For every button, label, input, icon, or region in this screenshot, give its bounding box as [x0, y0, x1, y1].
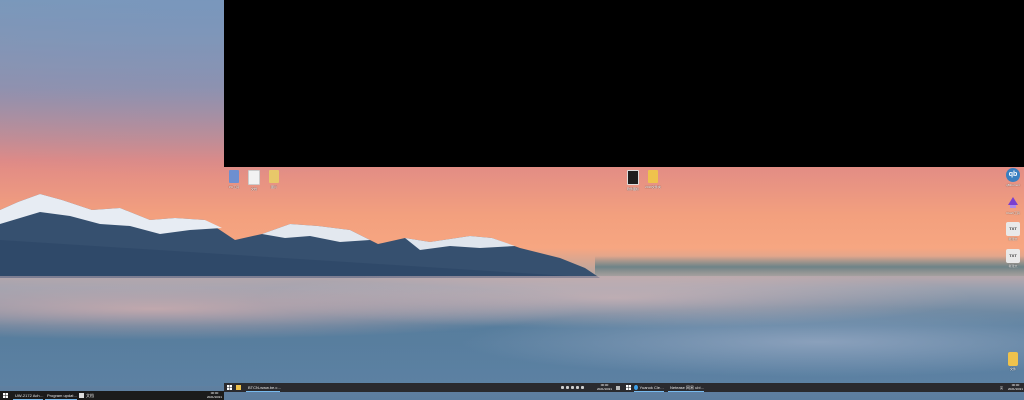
start-button-secondary[interactable]: [626, 384, 631, 391]
taskbar-app-yuanok[interactable]: Yuanok Cle…: [634, 384, 664, 392]
desktop-icon-label: 新建文: [1008, 237, 1018, 241]
desktop-icon-label: qBittorrent: [1006, 183, 1020, 187]
desktop-icon-qbittorrent[interactable]: qb qBittorrent: [1003, 168, 1023, 187]
folder-icon: [648, 170, 658, 183]
windows-logo-icon: [3, 393, 8, 398]
taskbar-right: BTCN-www.be.c… 00:00 2021/10/21 Yuanok C…: [224, 383, 1024, 392]
clock-date: 2021/10/21: [207, 394, 223, 399]
ime-indicator[interactable]: 英: [1000, 384, 1003, 391]
app-icon: [229, 170, 239, 183]
document-icon: [79, 393, 84, 398]
desktop-icon-label: 新建文: [1008, 264, 1018, 268]
start-button[interactable]: [3, 392, 8, 399]
taskbar-app-label: Yuanok Cle…: [639, 385, 664, 390]
desktop-icon-file[interactable]: 文件: [1003, 352, 1023, 371]
app-icon: [627, 170, 639, 185]
clock-date: 2021/10/21: [1008, 386, 1024, 391]
desktop-icon-label: 图片: [270, 185, 277, 189]
taskbar-file-explorer[interactable]: [236, 384, 241, 391]
wallpaper-mountains: [0, 194, 600, 278]
windows-logo-icon: [227, 385, 232, 390]
blank-window-area: [224, 0, 1024, 167]
desktop-icon-folder-2019[interactable]: 2019文件夹: [640, 170, 666, 189]
taskbar-left: UW-2172 Ach… Program updat… 文档 00:00 202…: [0, 391, 224, 400]
folder-icon: [236, 385, 241, 390]
taskbar-app-label: Netease 网易 ubi…: [670, 384, 705, 390]
desktop-icon-label: Clash工具: [1006, 211, 1020, 215]
qbittorrent-icon: qb: [1006, 168, 1020, 182]
taskbar-app-btcn[interactable]: BTCN-www.be.c…: [246, 384, 282, 392]
desktop-icon-label: 文件: [1009, 367, 1016, 371]
desktop-icon-txt-file-2[interactable]: TXT 新建文: [1003, 249, 1023, 268]
tray-icon: [571, 386, 574, 389]
system-tray[interactable]: [561, 385, 584, 390]
taskbar-app-uw2172[interactable]: UW-2172 Ach…: [13, 392, 44, 400]
taskbar-app-netease[interactable]: Netease 网易 ubi…: [668, 384, 704, 392]
desktop-icon-label: 2019文件夹: [645, 185, 661, 189]
taskbar-app-label: Program updat…: [47, 393, 78, 398]
tray-icon: [561, 386, 564, 389]
desktop-icon-clash[interactable]: Clash工具: [1003, 196, 1023, 215]
desktop-icon-images[interactable]: 图片: [261, 170, 287, 189]
taskbar-app-program-updates[interactable]: Program updat…: [45, 392, 77, 400]
taskbar-clock-left[interactable]: 00:00 2021/10/21: [207, 391, 223, 399]
taskbar-app-documents[interactable]: 文档: [79, 392, 101, 399]
app-icon: [634, 385, 638, 390]
image-file-icon: [269, 170, 279, 183]
notification-icon: [616, 385, 620, 390]
desktop-icon-txt-file-1[interactable]: TXT 新建文: [1003, 222, 1023, 241]
start-button[interactable]: [227, 384, 232, 391]
wallpaper-horizon: [595, 256, 1024, 278]
tray-icon: [581, 386, 584, 389]
taskbar-app-label: BTCN-www.be.c…: [248, 385, 282, 390]
txt-file-icon: TXT: [1006, 249, 1020, 263]
taskbar-app-label: 文档: [86, 392, 94, 398]
notification-button[interactable]: [616, 384, 620, 391]
document-icon: [248, 170, 260, 185]
txt-file-icon: TXT: [1006, 222, 1020, 236]
folder-icon: [1008, 352, 1018, 366]
ime-label: 英: [1000, 385, 1004, 390]
tray-icon: [566, 386, 569, 389]
clash-app-icon: [1006, 196, 1020, 210]
windows-logo-icon: [626, 385, 631, 390]
taskbar-app-label: UW-2172 Ach…: [15, 393, 44, 398]
clock-date: 2021/10/21: [597, 386, 613, 391]
taskbar-clock-center[interactable]: 00:00 2021/10/21: [597, 383, 613, 391]
taskbar-clock-right[interactable]: 00:00 2021/10/21: [1008, 383, 1024, 391]
tray-icon: [576, 386, 579, 389]
wallpaper-clouds: [0, 276, 1024, 386]
